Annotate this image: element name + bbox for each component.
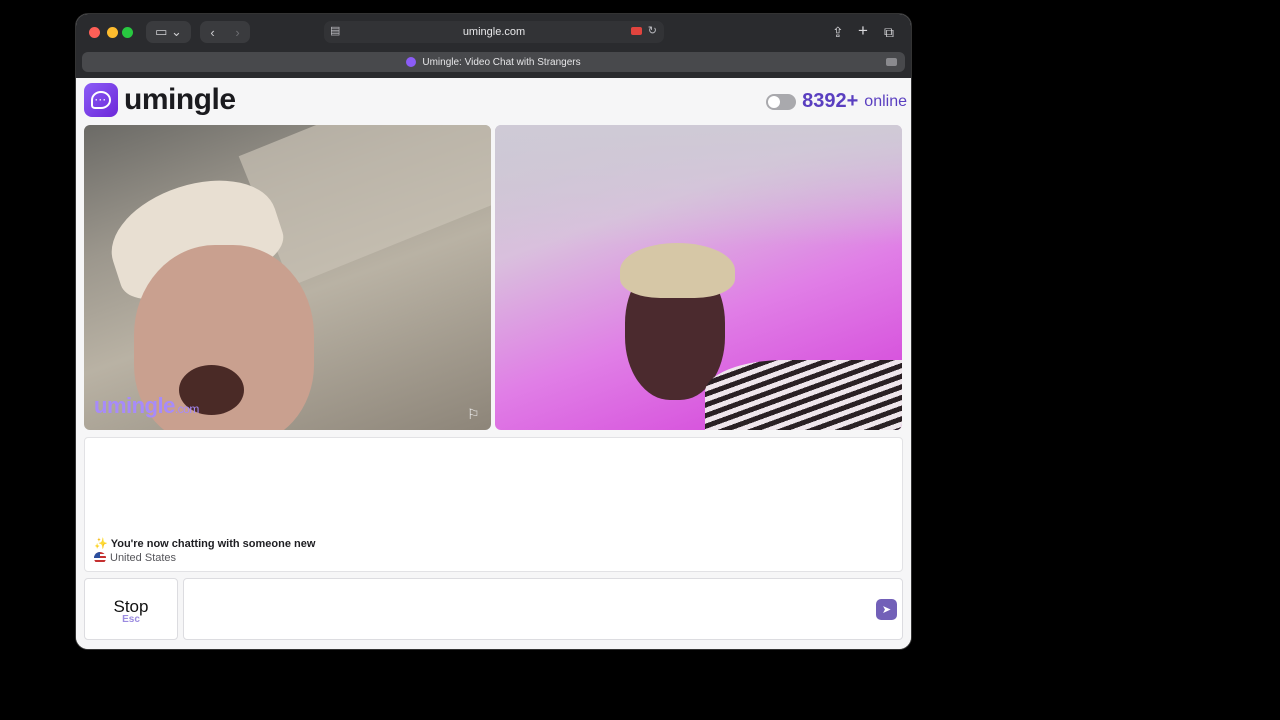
share-icon[interactable]: ⇪ [832, 24, 844, 41]
umingle-favicon-icon [406, 57, 417, 67]
watermark-domain: .com [174, 402, 200, 416]
tab-camera-icon [886, 58, 897, 66]
browser-window: ▭ ⌄ ‹ › ▤ umingle.com ↻ ⇪ + ⧉ Umingle: V… [76, 14, 911, 649]
navigation-buttons: ‹ › [200, 21, 250, 43]
zoom-window-button[interactable] [122, 27, 133, 38]
brand-logo-link[interactable]: ··· umingle [84, 83, 236, 117]
close-window-button[interactable] [89, 27, 100, 38]
self-video [495, 125, 902, 430]
minimize-window-button[interactable] [107, 27, 118, 38]
back-button[interactable]: ‹ [200, 25, 225, 40]
send-icon[interactable]: ➤ [876, 599, 897, 620]
theme-toggle[interactable] [766, 93, 797, 110]
browser-toolbar: ▭ ⌄ ‹ › ▤ umingle.com ↻ ⇪ + ⧉ Umingle: V… [76, 14, 911, 78]
brand-name: umingle [124, 83, 236, 116]
new-tab-button[interactable]: + [858, 21, 868, 41]
chat-status-message: ✨ You're now chatting with someone new [94, 537, 315, 550]
online-label: online [864, 92, 907, 110]
page-content: ··· umingle 8392+ online umingle.com ⚐ ✨… [76, 78, 911, 649]
online-count: 8392+ [802, 90, 859, 112]
stranger-country: United States [94, 552, 176, 564]
country-name: United States [110, 552, 177, 564]
us-flag-icon [94, 552, 106, 564]
address-bar[interactable]: ▤ umingle.com ↻ [324, 21, 664, 43]
status-message-text: You're now chatting with someone new [110, 538, 316, 550]
chat-log: ✨ You're now chatting with someone new Un… [84, 437, 903, 572]
tab-title: Umingle: Video Chat with Strangers [422, 56, 581, 68]
watermark-brand: umingle [94, 393, 175, 418]
stop-button[interactable]: Stop Esc [84, 578, 178, 640]
sidebar-icon: ▭ [155, 24, 168, 39]
message-box: ➤ [183, 578, 903, 640]
chevron-down-icon: ⌄ [171, 24, 182, 39]
tab-active[interactable]: Umingle: Video Chat with Strangers [82, 52, 905, 72]
page-settings-icon[interactable]: ▤ [330, 24, 340, 37]
online-status: 8392+ online [766, 90, 907, 113]
sparkle-icon: ✨ [94, 538, 108, 550]
message-input[interactable] [184, 579, 902, 639]
report-flag-icon[interactable]: ⚐ [467, 406, 483, 422]
forward-button[interactable]: › [225, 25, 250, 40]
chat-bubble-logo-icon: ··· [84, 83, 118, 117]
reload-icon[interactable]: ↻ [648, 24, 657, 37]
tabs-overview-icon[interactable]: ⧉ [884, 24, 894, 41]
url-text: umingle.com [462, 26, 526, 38]
video-watermark: umingle.com [94, 393, 199, 419]
stranger-video: umingle.com ⚐ [84, 125, 491, 430]
stop-shortcut: Esc [122, 614, 140, 625]
sidebar-toggle-button[interactable]: ▭ ⌄ [146, 21, 191, 43]
camera-in-use-icon[interactable] [631, 27, 642, 35]
